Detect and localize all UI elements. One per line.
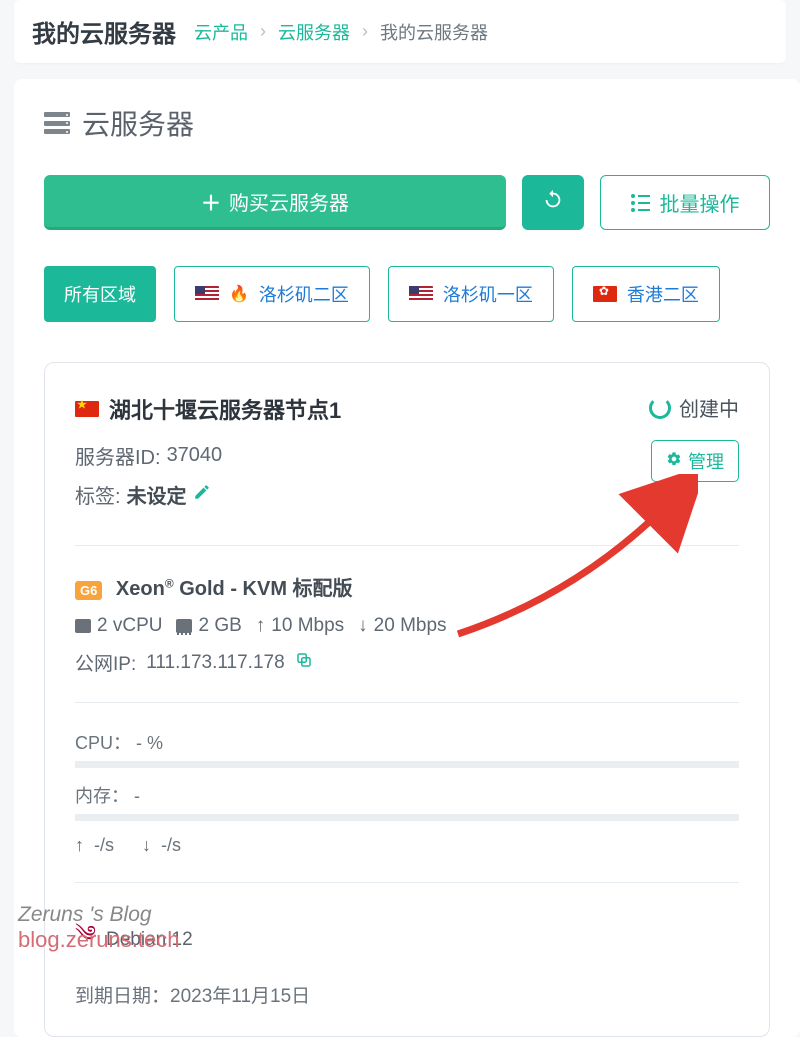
page-title: 我的云服务器	[32, 14, 176, 49]
arrow-up-icon: ↑	[75, 835, 84, 855]
spec-mem: 2 GB	[198, 615, 241, 637]
net-up-value: -/s	[94, 835, 114, 855]
ip-label: 公网IP:	[75, 649, 136, 676]
server-status: 创建中	[649, 393, 739, 422]
gear-icon	[666, 451, 682, 472]
filter-la2[interactable]: 🔥 洛杉矶二区	[174, 266, 370, 322]
ip-value: 111.173.117.178	[146, 652, 284, 674]
server-name: 湖北十堰云服务器节点1	[109, 393, 341, 425]
arrow-down-icon: ↓	[358, 615, 368, 637]
list-icon	[631, 194, 650, 212]
flag-cn-icon	[75, 401, 99, 417]
server-id-row: 服务器ID: 37040	[75, 441, 341, 470]
buy-server-button[interactable]: ＋ 购买云服务器	[44, 175, 506, 230]
breadcrumb-link-servers[interactable]: 云服务器	[278, 19, 350, 45]
arrow-up-icon: ↑	[256, 615, 266, 637]
cpu-usage-value: - %	[136, 733, 163, 753]
section-title-text: 云服务器	[82, 103, 194, 143]
flag-us-icon	[409, 286, 433, 302]
filter-label: 洛杉矶一区	[443, 281, 533, 307]
flag-us-icon	[195, 286, 219, 302]
section-title: 云服务器	[44, 103, 770, 143]
spec-cpu-family: Xeon	[116, 578, 165, 600]
tag-value: 未设定	[127, 480, 187, 509]
filter-la1[interactable]: 洛杉矶一区	[388, 266, 554, 322]
net-down-value: -/s	[161, 835, 181, 855]
refresh-button[interactable]	[522, 175, 584, 230]
manage-button[interactable]: 管理	[651, 440, 739, 482]
filter-all-regions[interactable]: 所有区域	[44, 266, 156, 322]
divider	[75, 702, 739, 703]
spec-badge: G6	[75, 581, 102, 600]
flag-hk-icon	[593, 286, 617, 302]
spec-title: G6 Xeon® Gold - KVM 标配版	[75, 572, 739, 601]
chevron-right-icon: ›	[360, 21, 370, 42]
breadcrumb-link-products[interactable]: 云产品	[194, 19, 248, 45]
filter-label: 所有区域	[64, 281, 136, 307]
cpu-usage-bar	[75, 761, 739, 768]
spec-cpu: 2 vCPU	[97, 615, 162, 637]
spec-download: 20 Mbps	[374, 615, 447, 637]
server-name-row: 湖北十堰云服务器节点1	[75, 393, 341, 425]
mem-usage-label: 内存：	[75, 786, 129, 806]
header-bar: 我的云服务器 云产品 › 云服务器 › 我的云服务器	[14, 0, 786, 63]
spec-model-suffix: Gold - KVM 标配版	[174, 578, 353, 600]
breadcrumb: 云产品 › 云服务器 › 我的云服务器	[194, 19, 488, 45]
spec-upload: 10 Mbps	[271, 615, 344, 637]
main-panel: 云服务器 ＋ 购买云服务器 批量操作	[14, 79, 800, 1037]
filter-label: 香港二区	[627, 281, 699, 307]
buy-server-label: 购买云服务器	[229, 187, 349, 216]
fire-icon: 🔥	[229, 284, 249, 304]
toolbar: ＋ 购买云服务器 批量操作	[44, 175, 770, 230]
expiry-value: 2023年11月15日	[170, 986, 310, 1007]
server-tag-row: 标签: 未设定	[75, 480, 341, 509]
divider	[75, 882, 739, 883]
filter-hk2[interactable]: 香港二区	[572, 266, 720, 322]
usage-section: CPU： - % 内存： - ↑ -/s ↓ -/s	[75, 729, 739, 856]
expiry-row: 到期日期：2023年11月15日	[75, 981, 739, 1008]
batch-ops-button[interactable]: 批量操作	[600, 175, 770, 230]
plus-icon: ＋	[201, 187, 221, 216]
server-icon	[44, 112, 70, 134]
batch-ops-label: 批量操作	[660, 188, 740, 217]
region-filters: 所有区域 🔥 洛杉矶二区 洛杉矶一区 香港二区	[44, 266, 770, 322]
refresh-icon	[542, 189, 564, 217]
watermark-line1: Zeruns 's Blog	[18, 902, 179, 927]
spec-section: G6 Xeon® Gold - KVM 标配版 2 vCPU 2 GB ↑10 …	[75, 572, 739, 676]
expiry-label: 到期日期：	[75, 986, 170, 1007]
tag-label: 标签:	[75, 480, 121, 509]
server-id-label: 服务器ID:	[75, 441, 161, 470]
filter-label: 洛杉矶二区	[259, 281, 349, 307]
mem-usage-value: -	[134, 786, 140, 806]
divider	[75, 545, 739, 546]
arrow-down-icon: ↓	[142, 835, 151, 855]
watermark: Zeruns 's Blog blog.zeruns.tech	[18, 902, 179, 954]
copy-ip-button[interactable]	[295, 651, 313, 675]
manage-label: 管理	[688, 448, 724, 474]
mem-usage-bar	[75, 814, 739, 821]
spinner-icon	[649, 397, 671, 419]
edit-tag-button[interactable]	[193, 483, 211, 507]
memory-icon	[176, 619, 192, 633]
server-id-value: 37040	[167, 444, 223, 467]
cpu-usage-label: CPU：	[75, 733, 131, 753]
watermark-line2: blog.zeruns.tech	[18, 927, 179, 953]
status-text: 创建中	[679, 393, 739, 422]
breadcrumb-current: 我的云服务器	[380, 19, 488, 45]
cpu-icon	[75, 619, 91, 633]
chevron-right-icon: ›	[258, 21, 268, 42]
